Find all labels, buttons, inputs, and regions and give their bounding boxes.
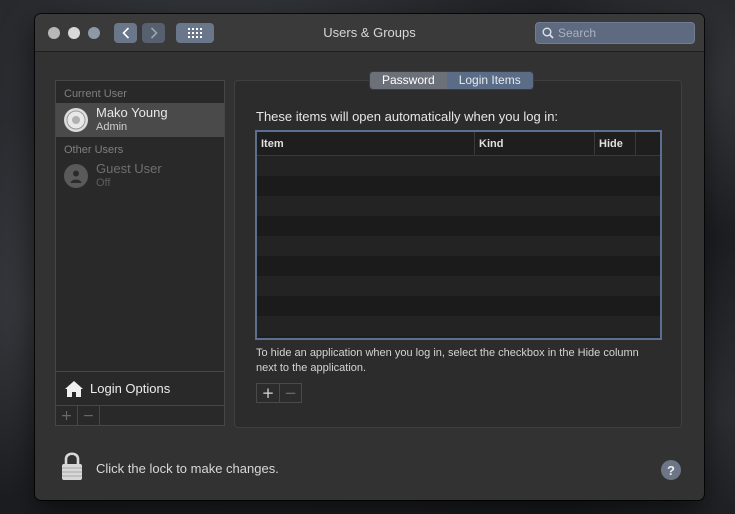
table-row (257, 316, 660, 336)
users-sidebar: Current User Mako Young Admin Other User… (55, 80, 225, 426)
search-input[interactable] (558, 26, 688, 40)
search-field[interactable] (535, 22, 695, 44)
column-header-item[interactable]: Item (257, 132, 475, 155)
column-header-hide[interactable]: Hide (595, 132, 636, 155)
table-row (257, 196, 660, 216)
search-icon (542, 27, 554, 39)
table-row (257, 156, 660, 176)
login-options-item[interactable]: Login Options (56, 371, 224, 405)
help-button[interactable]: ? (661, 460, 681, 480)
avatar (64, 108, 88, 132)
user-name: Guest User (96, 161, 162, 176)
remove-user-button[interactable]: − (78, 406, 100, 425)
lock-message: Click the lock to make changes. (96, 461, 279, 476)
table-row (257, 236, 660, 256)
other-users-header: Other Users (64, 144, 124, 156)
table-row (257, 216, 660, 236)
lock-button[interactable] (59, 450, 85, 482)
table-header: Item Kind Hide (257, 132, 660, 156)
sidebar-toolbar: + − (56, 405, 224, 425)
remove-login-item-button[interactable]: − (279, 384, 301, 402)
table-row (257, 176, 660, 196)
tab-login-items[interactable]: Login Items (446, 72, 533, 89)
user-row-mako-young[interactable]: Mako Young Admin (56, 103, 224, 137)
preferences-window: Users & Groups Current User Mako Young A… (35, 14, 704, 500)
user-row-guest-user[interactable]: Guest User Off (56, 159, 224, 193)
login-items-table[interactable]: Item Kind Hide (255, 130, 662, 340)
user-avatar-icon (66, 110, 86, 130)
avatar (64, 164, 88, 188)
user-name: Mako Young (96, 105, 168, 120)
house-icon (65, 380, 83, 397)
login-items-toolbar: + − (256, 383, 302, 403)
tab-password[interactable]: Password (370, 72, 447, 89)
tab-bar: Password Login Items (369, 71, 534, 90)
hide-hint-text: To hide an application when you log in, … (256, 347, 639, 374)
login-options-label: Login Options (90, 381, 171, 396)
table-row (257, 256, 660, 276)
add-login-item-button[interactable]: + (257, 384, 279, 402)
user-role: Admin (96, 121, 128, 133)
column-header-kind[interactable]: Kind (475, 132, 595, 155)
person-icon (70, 170, 82, 183)
login-items-heading: These items will open automatically when… (256, 109, 559, 124)
add-user-button[interactable]: + (56, 406, 78, 425)
title-bar: Users & Groups (35, 14, 704, 52)
user-role: Off (96, 177, 111, 189)
current-user-header: Current User (64, 88, 127, 100)
table-row (257, 276, 660, 296)
table-row (257, 296, 660, 316)
lock-icon (62, 452, 82, 480)
